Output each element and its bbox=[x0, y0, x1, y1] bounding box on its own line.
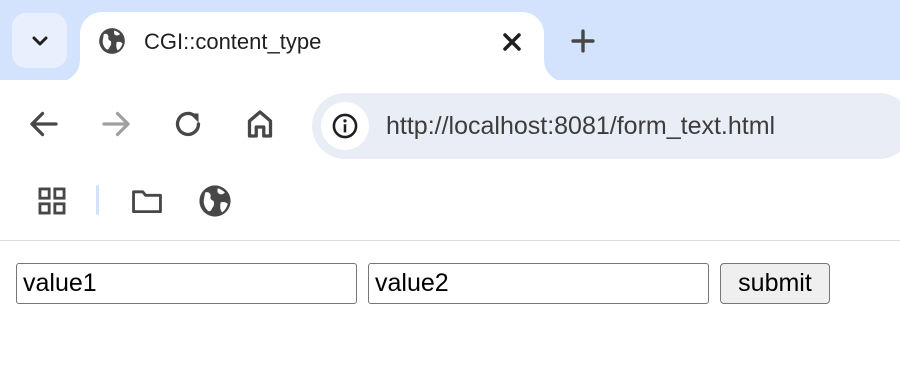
page-content: submit bbox=[0, 241, 900, 369]
tab-title: CGI::content_type bbox=[144, 29, 322, 54]
globe-icon bbox=[99, 28, 125, 54]
home-icon[interactable] bbox=[242, 106, 278, 142]
tab-strip: CGI::content_type bbox=[0, 0, 900, 82]
active-tab[interactable]: CGI::content_type bbox=[80, 12, 544, 82]
folder-icon[interactable] bbox=[130, 184, 164, 218]
info-icon bbox=[332, 113, 358, 139]
close-icon[interactable] bbox=[498, 28, 526, 56]
toolbar: http://localhost:8081/form_text.html bbox=[0, 80, 900, 172]
url-text[interactable]: http://localhost:8081/form_text.html bbox=[386, 112, 775, 140]
chevron-down-icon bbox=[32, 36, 47, 45]
address-bar[interactable]: http://localhost:8081/form_text.html bbox=[312, 93, 900, 159]
bookmarks-separator bbox=[96, 185, 99, 215]
arrow-right-icon[interactable] bbox=[98, 106, 134, 142]
plus-icon[interactable] bbox=[566, 24, 600, 58]
text-field-2[interactable] bbox=[368, 263, 709, 304]
globe-icon[interactable] bbox=[198, 184, 232, 218]
arrow-left-icon[interactable] bbox=[26, 106, 62, 142]
site-info-button[interactable] bbox=[321, 102, 369, 150]
reload-icon[interactable] bbox=[170, 106, 206, 142]
text-field-1[interactable] bbox=[16, 263, 357, 304]
bookmarks-bar bbox=[0, 172, 900, 240]
submit-button[interactable]: submit bbox=[720, 263, 830, 304]
grid-icon[interactable] bbox=[35, 184, 69, 218]
